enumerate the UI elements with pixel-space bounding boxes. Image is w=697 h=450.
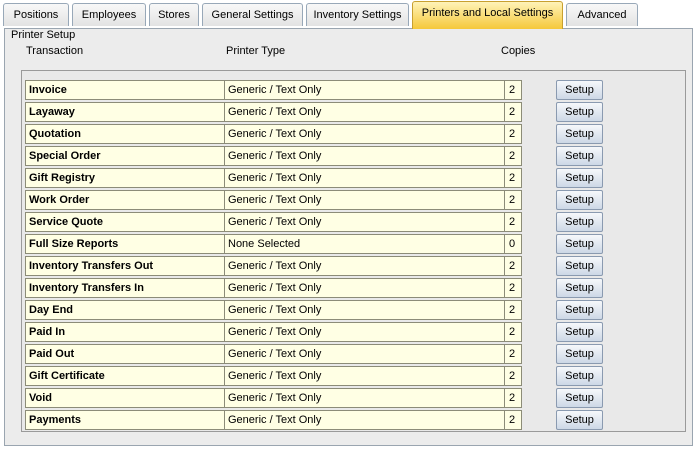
setup-button-day-end[interactable]: Setup bbox=[556, 300, 603, 320]
printer-type-field[interactable]: Generic / Text Only bbox=[224, 322, 505, 342]
copies-field[interactable]: 2 bbox=[504, 344, 522, 364]
column-header-transaction: Transaction bbox=[26, 45, 84, 57]
setup-button-service-quote[interactable]: Setup bbox=[556, 212, 603, 232]
copies-field[interactable]: 2 bbox=[504, 102, 522, 122]
printer-setup-group-title: Printer Setup bbox=[11, 29, 76, 41]
printer-type-field[interactable]: Generic / Text Only bbox=[224, 278, 505, 298]
tab-general-settings[interactable]: General Settings bbox=[202, 3, 303, 26]
tab-positions[interactable]: Positions bbox=[3, 3, 69, 26]
printer-type-field[interactable]: Generic / Text Only bbox=[224, 366, 505, 386]
setup-button-gift-registry[interactable]: Setup bbox=[556, 168, 603, 188]
printer-type-field[interactable]: Generic / Text Only bbox=[224, 344, 505, 364]
transaction-name: Service Quote bbox=[25, 212, 225, 232]
setup-button-invoice[interactable]: Setup bbox=[556, 80, 603, 100]
transaction-name: Void bbox=[25, 388, 225, 408]
transaction-name: Full Size Reports bbox=[25, 234, 225, 254]
printer-type-field[interactable]: None Selected bbox=[224, 234, 505, 254]
printer-row-special-order: Special Order Generic / Text Only 2 bbox=[25, 146, 522, 166]
transaction-name: Layaway bbox=[25, 102, 225, 122]
copies-field[interactable]: 2 bbox=[504, 146, 522, 166]
tab-printers-and-local-settings[interactable]: Printers and Local Settings bbox=[412, 1, 563, 29]
setup-button-special-order[interactable]: Setup bbox=[556, 146, 603, 166]
transaction-name: Inventory Transfers In bbox=[25, 278, 225, 298]
printer-type-field[interactable]: Generic / Text Only bbox=[224, 410, 505, 430]
printer-row-gift-certificate: Gift Certificate Generic / Text Only 2 bbox=[25, 366, 522, 386]
setup-button-full-size-reports[interactable]: Setup bbox=[556, 234, 603, 254]
transaction-name: Paid Out bbox=[25, 344, 225, 364]
copies-field[interactable]: 2 bbox=[504, 388, 522, 408]
printer-row-day-end: Day End Generic / Text Only 2 bbox=[25, 300, 522, 320]
setup-button-payments[interactable]: Setup bbox=[556, 410, 603, 430]
transaction-name: Payments bbox=[25, 410, 225, 430]
setup-button-inventory-transfers-out[interactable]: Setup bbox=[556, 256, 603, 276]
setup-button-paid-in[interactable]: Setup bbox=[556, 322, 603, 342]
copies-field[interactable]: 2 bbox=[504, 300, 522, 320]
transaction-name: Invoice bbox=[25, 80, 225, 100]
setup-button-layaway[interactable]: Setup bbox=[556, 102, 603, 122]
transaction-name: Paid In bbox=[25, 322, 225, 342]
tab-stores[interactable]: Stores bbox=[149, 3, 199, 26]
printer-type-field[interactable]: Generic / Text Only bbox=[224, 80, 505, 100]
printer-row-paid-out: Paid Out Generic / Text Only 2 bbox=[25, 344, 522, 364]
setup-button-gift-certificate[interactable]: Setup bbox=[556, 366, 603, 386]
tab-advanced[interactable]: Advanced bbox=[566, 3, 638, 26]
printer-type-field[interactable]: Generic / Text Only bbox=[224, 300, 505, 320]
transaction-name: Special Order bbox=[25, 146, 225, 166]
tab-strip: Positions Employees Stores General Setti… bbox=[0, 0, 697, 29]
printer-type-field[interactable]: Generic / Text Only bbox=[224, 388, 505, 408]
copies-field[interactable]: 2 bbox=[504, 322, 522, 342]
transaction-name: Day End bbox=[25, 300, 225, 320]
printer-row-quotation: Quotation Generic / Text Only 2 bbox=[25, 124, 522, 144]
printer-row-inventory-transfers-out: Inventory Transfers Out Generic / Text On… bbox=[25, 256, 522, 276]
column-header-printer-type: Printer Type bbox=[226, 45, 286, 57]
printer-row-layaway: Layaway Generic / Text Only 2 bbox=[25, 102, 522, 122]
transaction-name: Work Order bbox=[25, 190, 225, 210]
copies-field[interactable]: 2 bbox=[504, 212, 522, 232]
printer-row-gift-registry: Gift Registry Generic / Text Only 2 bbox=[25, 168, 522, 188]
copies-field[interactable]: 2 bbox=[504, 256, 522, 276]
printer-type-field[interactable]: Generic / Text Only bbox=[224, 190, 505, 210]
printer-row-service-quote: Service Quote Generic / Text Only 2 bbox=[25, 212, 522, 232]
printer-type-field[interactable]: Generic / Text Only bbox=[224, 212, 505, 232]
tab-inventory-settings[interactable]: Inventory Settings bbox=[306, 3, 409, 26]
copies-field[interactable]: 2 bbox=[504, 366, 522, 386]
setup-button-work-order[interactable]: Setup bbox=[556, 190, 603, 210]
copies-field[interactable]: 2 bbox=[504, 80, 522, 100]
printer-row-full-size-reports: Full Size Reports None Selected 0 bbox=[25, 234, 522, 254]
setup-button-paid-out[interactable]: Setup bbox=[556, 344, 603, 364]
copies-field[interactable]: 2 bbox=[504, 278, 522, 298]
copies-field[interactable]: 2 bbox=[504, 124, 522, 144]
tab-employees[interactable]: Employees bbox=[72, 3, 146, 26]
column-header-copies: Copies bbox=[501, 45, 536, 57]
transaction-name: Inventory Transfers Out bbox=[25, 256, 225, 276]
printer-type-field[interactable]: Generic / Text Only bbox=[224, 256, 505, 276]
copies-field[interactable]: 2 bbox=[504, 190, 522, 210]
printer-row-invoice: Invoice Generic / Text Only 2 bbox=[25, 80, 522, 100]
printer-row-work-order: Work Order Generic / Text Only 2 bbox=[25, 190, 522, 210]
transaction-name: Quotation bbox=[25, 124, 225, 144]
setup-button-quotation[interactable]: Setup bbox=[556, 124, 603, 144]
transaction-name: Gift Certificate bbox=[25, 366, 225, 386]
copies-field[interactable]: 2 bbox=[504, 168, 522, 188]
printer-row-inventory-transfers-in: Inventory Transfers In Generic / Text Onl… bbox=[25, 278, 522, 298]
copies-field[interactable]: 2 bbox=[504, 410, 522, 430]
printer-row-void: Void Generic / Text Only 2 bbox=[25, 388, 522, 408]
setup-button-void[interactable]: Setup bbox=[556, 388, 603, 408]
setup-button-inventory-transfers-in[interactable]: Setup bbox=[556, 278, 603, 298]
printer-type-field[interactable]: Generic / Text Only bbox=[224, 102, 505, 122]
printer-row-payments: Payments Generic / Text Only 2 bbox=[25, 410, 522, 430]
printer-type-field[interactable]: Generic / Text Only bbox=[224, 124, 505, 144]
transaction-name: Gift Registry bbox=[25, 168, 225, 188]
copies-field[interactable]: 0 bbox=[504, 234, 522, 254]
printer-type-field[interactable]: Generic / Text Only bbox=[224, 168, 505, 188]
printer-row-paid-in: Paid In Generic / Text Only 2 bbox=[25, 322, 522, 342]
printer-type-field[interactable]: Generic / Text Only bbox=[224, 146, 505, 166]
